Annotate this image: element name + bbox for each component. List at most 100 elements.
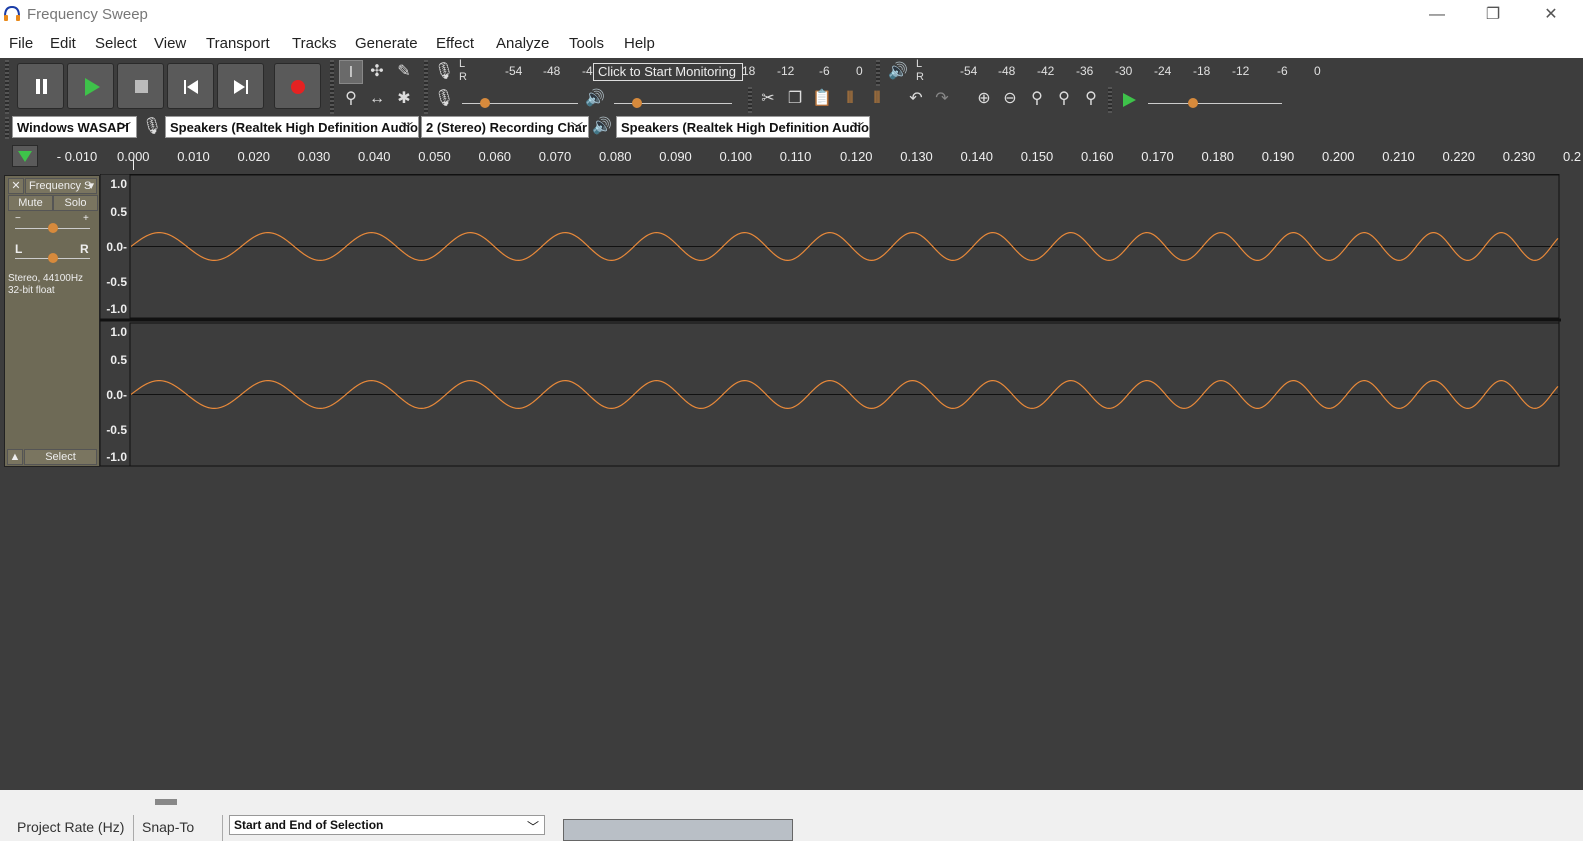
zoom-toggle-icon[interactable]: ⚲	[1079, 87, 1103, 111]
microphone-icon[interactable]: 🎙	[432, 60, 456, 84]
skip-to-start-button[interactable]	[167, 63, 214, 109]
toolbar-grip[interactable]	[748, 87, 752, 113]
ruler-tick-label: 0.150	[1020, 149, 1054, 164]
amplitude-scale-label: -1.0	[106, 302, 127, 316]
copy-icon[interactable]: ❐	[783, 87, 807, 111]
chevron-down-icon: ﹀	[118, 121, 131, 135]
toolbar-grip[interactable]	[424, 60, 428, 114]
undo-icon[interactable]: ↶	[904, 87, 928, 111]
recording-device-select[interactable]: Speakers (Realtek High Definition Audio)…	[165, 116, 419, 138]
recording-device-value: Speakers (Realtek High Definition Audio)	[170, 120, 419, 135]
chevron-up-icon: ▲	[9, 451, 21, 463]
menu-effect[interactable]: Effect	[436, 35, 474, 52]
recording-channels-select[interactable]: 2 (Stereo) Recording Char ﹀	[421, 116, 589, 138]
select-track-button[interactable]: Select	[24, 449, 97, 465]
menu-transport[interactable]: Transport	[206, 35, 270, 52]
menu-help[interactable]: Help	[624, 35, 655, 52]
track-close-button[interactable]: ✕	[8, 178, 24, 194]
time-display[interactable]	[563, 819, 793, 841]
ruler-tick-label: 0.2	[1563, 149, 1582, 164]
silence-icon[interactable]: ⦀	[865, 87, 889, 111]
close-button[interactable]: ✕	[1528, 0, 1574, 29]
envelope-tool-icon[interactable]: ✣	[365, 60, 389, 84]
trim-icon[interactable]: ⦀	[838, 87, 862, 111]
meter-tick: -30	[1115, 64, 1133, 78]
play-speed-slider[interactable]	[1148, 103, 1282, 104]
playback-meter[interactable]: -54 -48 -42 -36 -30 -24 -18 -12 -6 0	[928, 61, 1326, 81]
track-menu-icon: ▾	[88, 180, 94, 192]
zoom-out-icon[interactable]: ⊖	[998, 87, 1022, 111]
meter-left-label: L	[916, 58, 923, 70]
ruler-tick-label: 0.010	[177, 149, 210, 164]
toolbar-grip[interactable]	[5, 117, 9, 139]
start-monitoring-button[interactable]: Click to Start Monitoring	[593, 63, 743, 81]
meter-tick: -36	[1076, 64, 1094, 78]
selection-toolbar: Project Rate (Hz) Snap-To Start and End …	[0, 812, 1583, 841]
meter-tick: -54	[960, 64, 978, 78]
play-button[interactable]	[67, 63, 114, 109]
stop-button[interactable]	[117, 63, 164, 109]
paste-icon[interactable]: 📋	[810, 87, 834, 111]
collapse-track-button[interactable]: ▲	[7, 449, 23, 465]
redo-icon[interactable]: ↷	[930, 87, 954, 111]
menu-file[interactable]: File	[9, 35, 33, 52]
pause-icon	[36, 79, 47, 94]
pan-left-label: L	[15, 242, 23, 256]
meter-tick: -6	[819, 64, 830, 78]
ruler-tick-label: 0.080	[599, 149, 632, 164]
solo-button[interactable]: Solo	[53, 195, 98, 211]
timeline-options-button[interactable]	[12, 145, 38, 167]
gain-slider-knob[interactable]	[48, 223, 58, 233]
draw-tool-icon[interactable]: ✎	[392, 60, 416, 84]
pan-slider-knob[interactable]	[48, 253, 58, 263]
amplitude-scale-label: 0.0-	[106, 388, 127, 402]
fit-project-icon[interactable]: ⚲	[1052, 87, 1076, 111]
playhead-marker[interactable]	[133, 160, 134, 170]
selection-mode-select[interactable]: Start and End of Selection ﹀	[229, 815, 545, 835]
speaker-icon[interactable]: 🔊	[886, 60, 910, 84]
playback-volume-knob[interactable]	[632, 98, 642, 108]
playback-device-select[interactable]: Speakers (Realtek High Definition Audio)…	[616, 116, 870, 138]
zoom-in-icon[interactable]: ⊕	[972, 87, 996, 111]
recording-volume-knob[interactable]	[480, 98, 490, 108]
record-button[interactable]	[274, 63, 321, 109]
time-shift-tool-icon[interactable]: ↔	[365, 87, 389, 111]
meter-tick: 0	[1314, 64, 1321, 78]
fit-selection-icon[interactable]: ⚲	[1025, 87, 1049, 111]
toolbar-grip[interactable]	[876, 60, 880, 86]
mute-button[interactable]: Mute	[8, 195, 53, 211]
play-speed-knob[interactable]	[1188, 98, 1198, 108]
pause-button[interactable]	[17, 63, 64, 109]
skip-to-end-button[interactable]	[217, 63, 264, 109]
toolbar-area: I ✣ ✎ ⚲ ↔ ✱ 🎙 L R -54 -48 -4 18 -12 -6 0…	[0, 58, 1583, 142]
waveform-display[interactable]: 1.0 0.5 0.0- -0.5 -1.0 1.0 0.5 0.0- -0.5 -1.0	[100, 174, 1561, 468]
scrollbar-thumb[interactable]	[155, 799, 177, 805]
restore-button[interactable]: ❐	[1470, 0, 1516, 29]
zoom-tool-icon[interactable]: ⚲	[339, 87, 363, 111]
menu-view[interactable]: View	[154, 35, 186, 52]
toolbar-grip[interactable]	[330, 60, 334, 114]
toolbar-grip[interactable]	[1108, 87, 1112, 113]
divider	[222, 815, 223, 841]
cut-icon[interactable]: ✂	[756, 87, 780, 111]
ruler-tick-label: 0.120	[840, 149, 873, 164]
menu-tools[interactable]: Tools	[569, 35, 604, 52]
multi-tool-icon[interactable]: ✱	[392, 87, 416, 111]
menu-generate[interactable]: Generate	[355, 35, 418, 52]
audio-host-select[interactable]: Windows WASAPI ﹀	[12, 116, 137, 138]
meter-left-label: L	[459, 58, 466, 70]
timeline-ruler[interactable]: - 0.010 0.000 0.010 0.020 0.030 0.040 0.050 0.0…	[0, 142, 1583, 170]
minimize-button[interactable]: —	[1414, 0, 1460, 29]
menu-tracks[interactable]: Tracks	[292, 35, 336, 52]
amplitude-scale-label: -1.0	[106, 450, 127, 464]
selection-tool-icon[interactable]: I	[339, 60, 363, 84]
menu-edit[interactable]: Edit	[50, 35, 76, 52]
play-at-speed-button[interactable]	[1118, 89, 1140, 111]
ruler-tick-label: 0.110	[779, 149, 812, 164]
horizontal-scrollbar[interactable]	[0, 790, 1583, 812]
toolbar-grip[interactable]	[5, 60, 9, 114]
ruler-tick-label: 0.210	[1382, 149, 1415, 164]
menu-select[interactable]: Select	[95, 35, 137, 52]
menu-analyze[interactable]: Analyze	[496, 35, 549, 52]
track-name-menu[interactable]: Frequency S ▾	[25, 178, 97, 194]
